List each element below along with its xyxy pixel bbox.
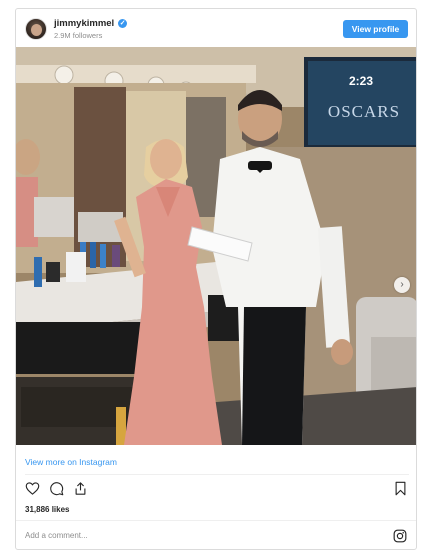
- username-row: jimmykimmel ✓: [54, 18, 128, 29]
- verified-icon: ✓: [118, 19, 128, 28]
- instagram-icon[interactable]: [393, 529, 407, 543]
- post-header: jimmykimmel ✓ 2.9M followers View profil…: [16, 9, 416, 47]
- add-comment-field[interactable]: Add a comment...: [25, 531, 88, 540]
- likes-count: 31,886 likes: [25, 505, 70, 514]
- carousel-next-chevron-right-icon[interactable]: ›: [394, 277, 410, 293]
- comment-row: Add a comment...: [16, 520, 416, 549]
- view-profile-button[interactable]: View profile: [343, 20, 408, 38]
- tv-oscars-logo: OSCARS: [328, 102, 400, 121]
- post-photo[interactable]: 2:23 OSCARS ›: [16, 47, 416, 445]
- heart-icon[interactable]: [25, 481, 40, 496]
- view-more-on-instagram-link[interactable]: View more on Instagram: [25, 457, 117, 467]
- divider: [25, 474, 409, 475]
- follower-count: 2.9M followers: [54, 31, 103, 40]
- action-bar: [25, 481, 88, 496]
- bookmark-icon[interactable]: [393, 481, 408, 496]
- comment-icon[interactable]: [49, 481, 64, 496]
- photo-scene: 2:23 OSCARS: [16, 47, 416, 445]
- share-icon[interactable]: [73, 481, 88, 496]
- username[interactable]: jimmykimmel: [54, 18, 114, 29]
- avatar[interactable]: [25, 18, 47, 40]
- tv-clock: 2:23: [349, 74, 373, 88]
- instagram-embed-card: jimmykimmel ✓ 2.9M followers View profil…: [15, 8, 417, 550]
